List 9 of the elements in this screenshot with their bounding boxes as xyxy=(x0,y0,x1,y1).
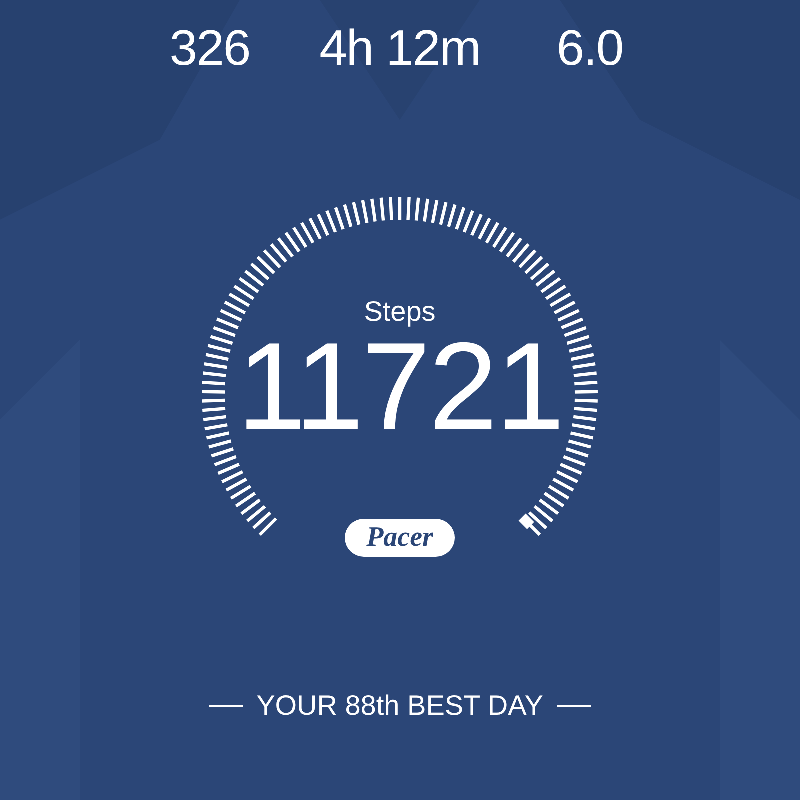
stat-value: 326 xyxy=(170,19,250,78)
pacer-logo: Pacer xyxy=(344,519,456,557)
stat-value: 6.0 xyxy=(556,19,624,78)
divider-line xyxy=(208,705,243,707)
divider-line xyxy=(557,705,592,707)
steps-label: Steps xyxy=(364,295,436,329)
stat-value: 4h 12m xyxy=(320,19,480,78)
best-day-caption: YOUR 88th BEST DAY xyxy=(256,689,544,723)
gauge-marker xyxy=(518,514,534,530)
